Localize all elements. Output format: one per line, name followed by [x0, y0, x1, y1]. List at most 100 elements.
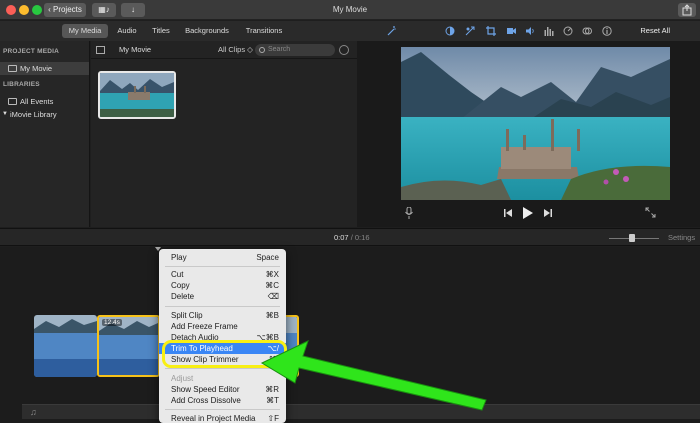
- menu-separator: [165, 266, 280, 267]
- tab-audio[interactable]: Audio: [112, 24, 142, 38]
- menu-item-label: Show Speed Editor: [171, 385, 240, 394]
- menu-separator: [165, 306, 280, 307]
- viewer: [357, 41, 700, 227]
- video-preview[interactable]: [401, 47, 670, 200]
- menu-item-add-freeze-frame[interactable]: Add Freeze Frame: [159, 321, 286, 332]
- fullscreen-icon[interactable]: [645, 207, 656, 218]
- tab-my-media[interactable]: My Media: [62, 24, 108, 38]
- tab-transitions[interactable]: Transitions: [240, 24, 288, 38]
- menu-item-shortcut: ⇧F: [267, 414, 279, 423]
- sidebar-item-label: iMovie Library: [10, 110, 57, 119]
- window-title: My Movie: [332, 5, 368, 14]
- lake-dock-thumbnail-image: [100, 73, 174, 117]
- menu-item-label: Reveal in Project Media: [171, 414, 256, 423]
- projects-button[interactable]: ‹ Projects: [44, 3, 86, 17]
- chevron-updown-icon: ◇: [245, 45, 253, 54]
- sidebar-toggle-icon[interactable]: [96, 46, 105, 54]
- sidebar-item-my-movie[interactable]: My Movie: [0, 62, 89, 75]
- clip-filmstrip-image: [34, 315, 97, 377]
- menu-item-delete[interactable]: Delete ⌫: [159, 291, 286, 302]
- timecode-separator: /: [350, 233, 353, 242]
- media-browser-toggle-button[interactable]: ▦♪: [92, 3, 116, 17]
- skip-forward-icon[interactable]: [543, 208, 553, 218]
- project-media-heading: PROJECT MEDIA: [3, 48, 60, 55]
- magic-wand-icon[interactable]: [387, 26, 397, 36]
- current-time: 0:07: [334, 233, 349, 242]
- clip-filter-value: All Clips: [218, 45, 246, 54]
- timeline-zoom-knob[interactable]: [629, 234, 635, 242]
- timeline-clip[interactable]: [34, 315, 97, 377]
- timeline[interactable]: 12.4s ♫: [0, 247, 700, 423]
- title-bar: ‹ Projects ▦♪ ↓ My Movie: [0, 0, 700, 20]
- tab-titles[interactable]: Titles: [146, 24, 176, 38]
- play-icon[interactable]: [522, 206, 534, 220]
- menu-item-shortcut: ⌘C: [265, 281, 279, 290]
- share-icon: [682, 4, 692, 16]
- import-button[interactable]: ↓: [121, 3, 145, 17]
- viewer-adjustment-toolbar: Reset All: [357, 21, 700, 41]
- menu-item-cut[interactable]: Cut ⌘X: [159, 269, 286, 280]
- media-clip-thumbnail[interactable]: [98, 71, 176, 119]
- libraries-heading: LIBRARIES: [3, 81, 40, 88]
- disclosure-triangle-icon: ▼: [2, 111, 8, 117]
- sidebar-item-label: All Events: [20, 97, 54, 106]
- annotation-highlight-ring: [162, 340, 287, 368]
- clip-filter-select[interactable]: All Clips ◇: [218, 41, 253, 59]
- search-icon: [259, 47, 265, 53]
- media-browser: My Movie All Clips ◇ Search: [91, 41, 357, 227]
- menu-item-shortcut: ⌫: [267, 292, 279, 301]
- minimize-window-button[interactable]: [19, 5, 29, 15]
- clip-duration-label: 12.4s: [102, 319, 122, 326]
- menu-item-label: Add Freeze Frame: [171, 322, 238, 331]
- sidebar-item-imovie-library[interactable]: ▼ iMovie Library: [0, 108, 89, 121]
- projects-button-label: Projects: [52, 5, 82, 14]
- menu-item-label: Delete: [171, 292, 195, 301]
- search-input[interactable]: Search: [255, 44, 335, 56]
- menu-item-reveal-in-project-media[interactable]: Reveal in Project Media ⇧F: [159, 413, 286, 423]
- menu-item-adjust: Adjust: [159, 373, 286, 384]
- filter-icon[interactable]: [582, 26, 592, 36]
- total-time: 0:16: [354, 233, 370, 242]
- menu-separator: [165, 409, 280, 410]
- skip-back-icon[interactable]: [503, 208, 513, 218]
- sidebar-item-label: My Movie: [20, 64, 53, 73]
- menu-item-label: Adjust: [171, 374, 194, 383]
- background-music-track[interactable]: [22, 404, 700, 419]
- menu-item-copy[interactable]: Copy ⌘C: [159, 280, 286, 291]
- media-library-icon: ▦♪: [98, 5, 110, 14]
- speed-icon[interactable]: [563, 26, 573, 36]
- reset-all-button[interactable]: Reset All: [640, 21, 670, 41]
- events-icon: [8, 98, 17, 105]
- microphone-icon[interactable]: [405, 207, 413, 219]
- menu-item-label: Add Cross Dissolve: [171, 396, 241, 405]
- search-placeholder: Search: [268, 46, 291, 53]
- info-icon[interactable]: [602, 26, 612, 36]
- music-note-icon: ♫: [30, 407, 37, 417]
- timeline-settings-button[interactable]: Settings: [668, 229, 695, 247]
- media-tabs: My Media Audio Titles Backgrounds Transi…: [0, 21, 357, 41]
- clip-context-menu: Play Space Cut ⌘X Copy ⌘C Delete ⌫ Split…: [159, 249, 286, 423]
- lake-dock-video-frame: [401, 47, 670, 200]
- crop-icon[interactable]: [486, 26, 496, 36]
- sidebar-item-all-events[interactable]: All Events: [0, 95, 89, 108]
- close-window-button[interactable]: [6, 5, 16, 15]
- equalizer-icon[interactable]: [544, 26, 554, 36]
- menu-item-split-clip[interactable]: Split Clip ⌘B: [159, 310, 286, 321]
- color-balance-icon[interactable]: [445, 26, 455, 36]
- menu-item-play[interactable]: Play Space: [159, 252, 286, 263]
- volume-icon[interactable]: [525, 26, 535, 36]
- share-button[interactable]: [678, 3, 696, 17]
- color-correction-icon[interactable]: [465, 26, 475, 36]
- project-icon: [8, 65, 17, 72]
- menu-item-shortcut: ⌘T: [266, 396, 279, 405]
- timeline-clip-selected[interactable]: 12.4s: [97, 315, 160, 377]
- gear-icon[interactable]: [339, 45, 349, 55]
- menu-item-label: Split Clip: [171, 311, 203, 320]
- import-arrow-icon: ↓: [131, 5, 135, 14]
- timeline-header: 0:07 / 0:16 Settings: [0, 228, 700, 246]
- stabilization-icon[interactable]: [506, 26, 516, 36]
- menu-item-add-cross-dissolve[interactable]: Add Cross Dissolve ⌘T: [159, 395, 286, 406]
- menu-item-show-speed-editor[interactable]: Show Speed Editor ⌘R: [159, 384, 286, 395]
- zoom-window-button[interactable]: [32, 5, 42, 15]
- tab-backgrounds[interactable]: Backgrounds: [182, 24, 232, 38]
